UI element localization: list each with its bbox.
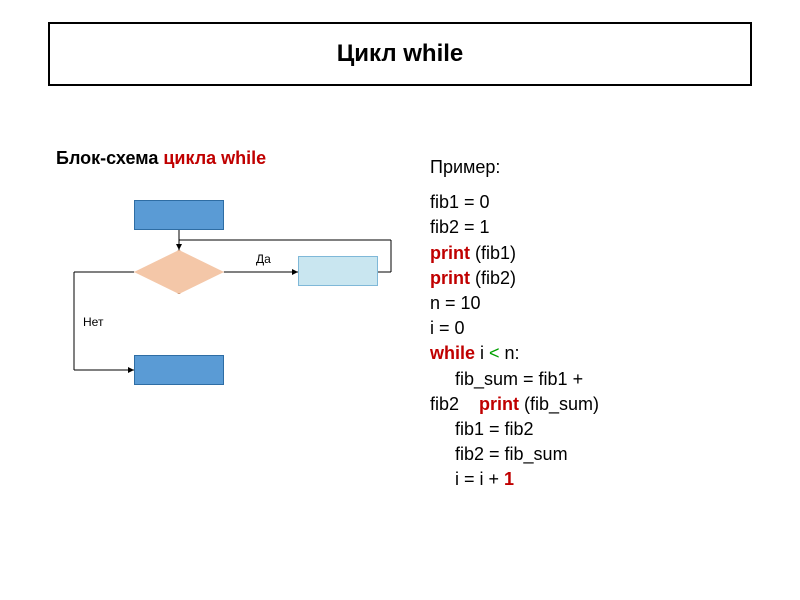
code-line: fib2 = fib_sum xyxy=(430,442,760,467)
example-section: Пример: fib1 = 0fib2 = 1print (fib1)prin… xyxy=(430,155,760,492)
title-box: Цикл while xyxy=(48,22,752,86)
code-line: print (fib1) xyxy=(430,241,760,266)
example-title: Пример: xyxy=(430,155,760,180)
code-line: n = 10 xyxy=(430,291,760,316)
code-block: fib1 = 0fib2 = 1print (fib1)print (fib2)… xyxy=(430,190,760,492)
flowchart-no-label: Нет xyxy=(83,315,103,329)
subtitle: Блок-схема цикла while xyxy=(56,148,266,169)
code-line: while i < n: xyxy=(430,341,760,366)
subtitle-red: цикла while xyxy=(163,148,266,168)
code-line: print (fib2) xyxy=(430,266,760,291)
code-line: fib2 = 1 xyxy=(430,215,760,240)
code-line: fib1 = 0 xyxy=(430,190,760,215)
flowchart-start-rect xyxy=(134,200,224,230)
code-line: i = i + 1 xyxy=(430,467,760,492)
page-title: Цикл while xyxy=(337,40,464,68)
code-line: fib2 print (fib_sum) xyxy=(430,392,760,417)
code-line: fib_sum = fib1 + xyxy=(430,367,760,392)
flowchart-lines xyxy=(56,200,396,400)
code-line: fib1 = fib2 xyxy=(430,417,760,442)
flowchart-yes-label: Да xyxy=(256,252,271,266)
code-line: i = 0 xyxy=(430,316,760,341)
subtitle-black: Блок-схема xyxy=(56,148,163,168)
flowchart-decision xyxy=(134,250,224,294)
flowchart: Да Нет xyxy=(56,200,396,400)
flowchart-body-rect xyxy=(298,256,378,286)
flowchart-end-rect xyxy=(134,355,224,385)
